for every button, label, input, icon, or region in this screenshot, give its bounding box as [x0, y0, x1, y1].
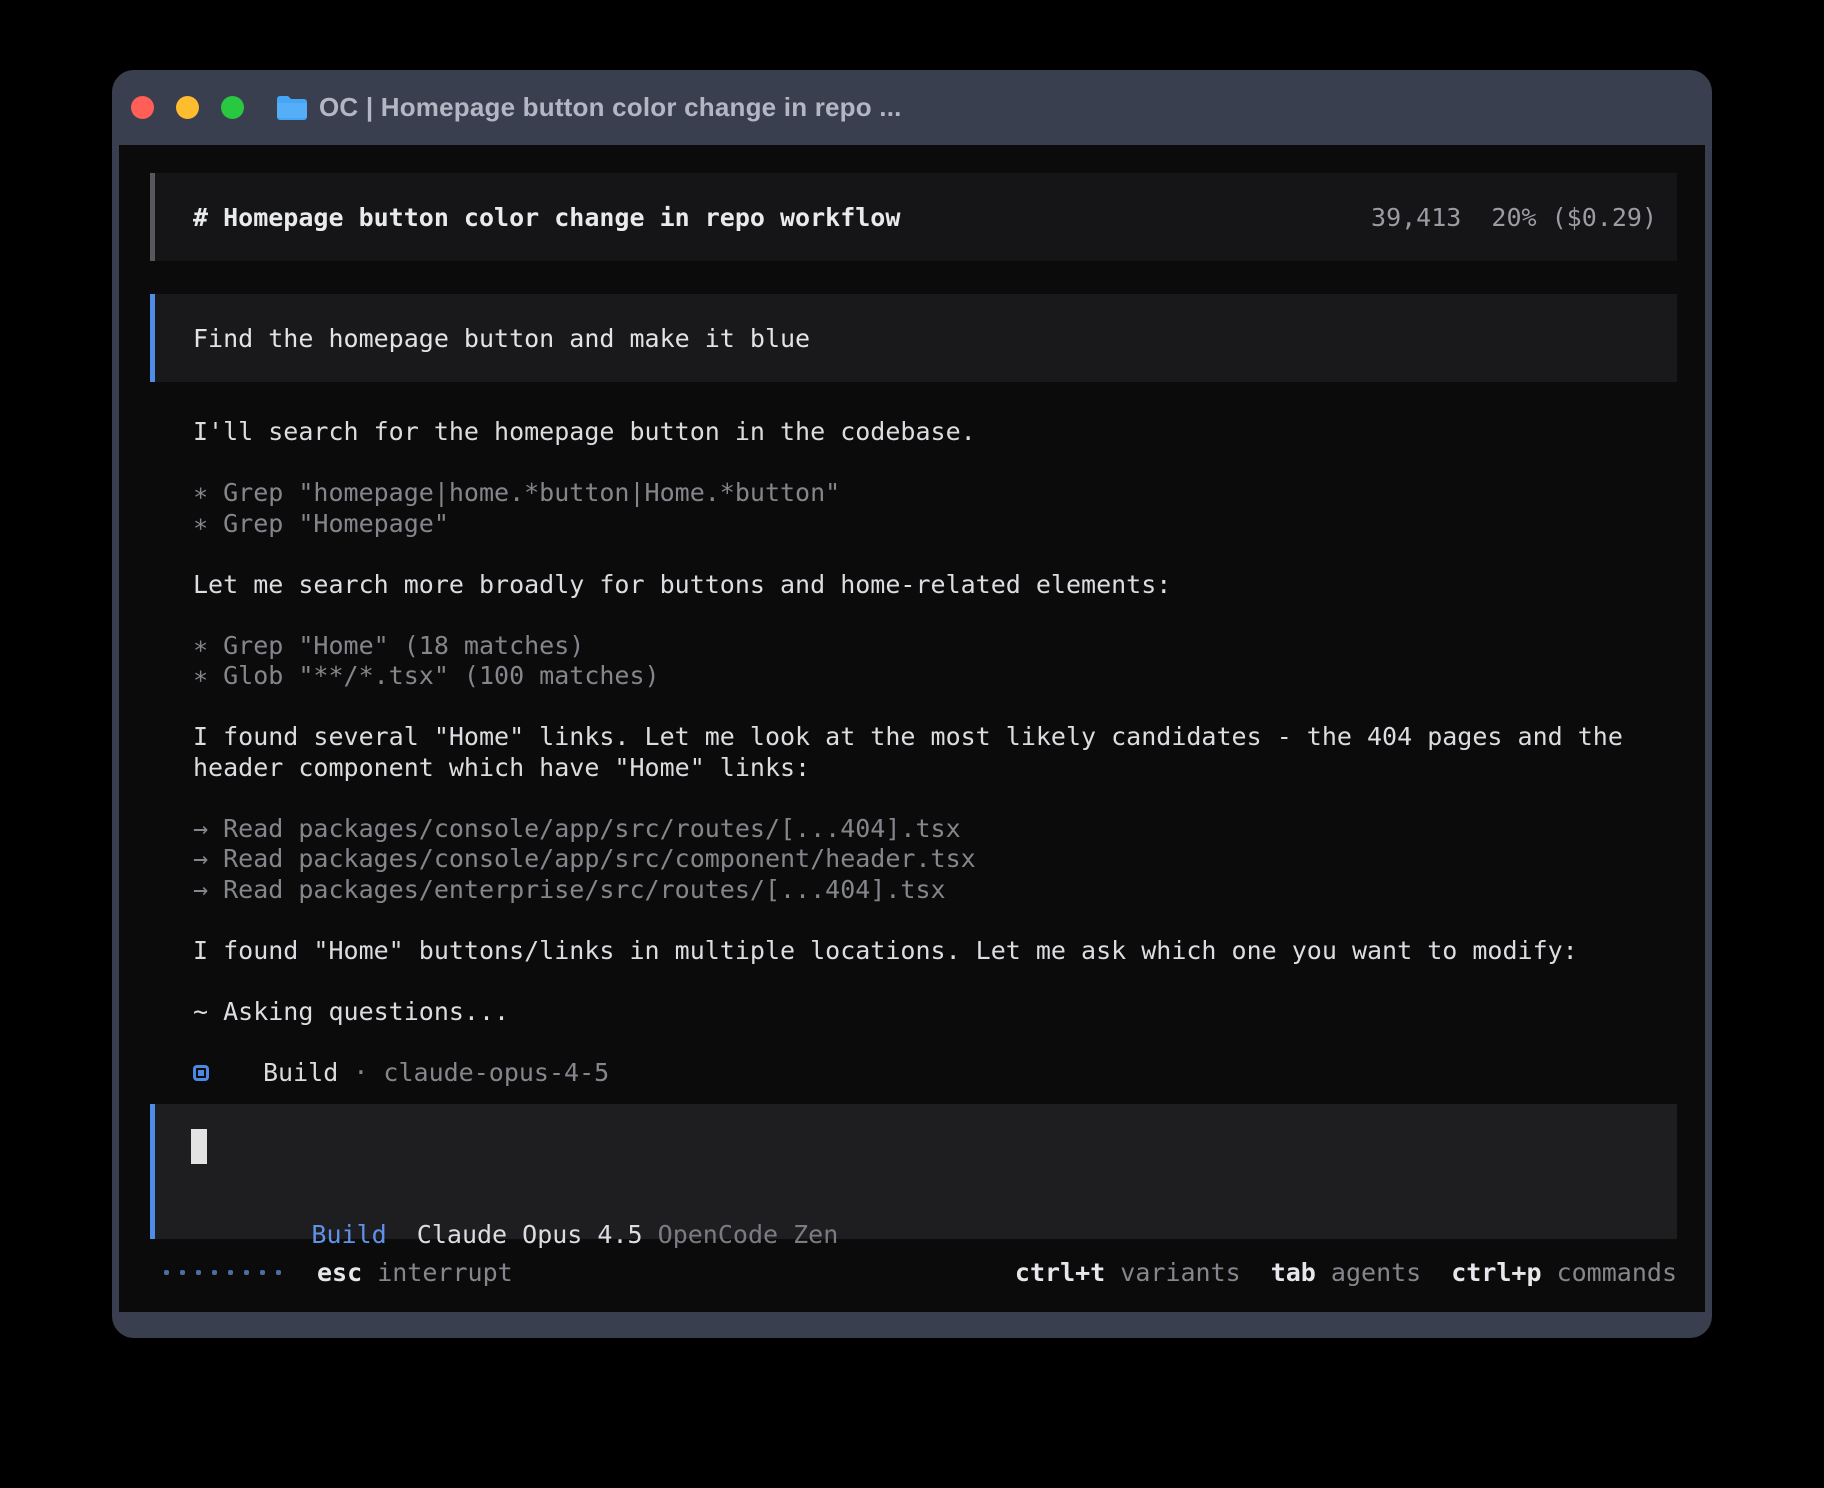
- agent-square-icon: [193, 1065, 209, 1081]
- input-agent-label: Build: [311, 1220, 386, 1249]
- assistant-text: Let me search more broadly for buttons a…: [193, 570, 1683, 601]
- traffic-lights: [131, 96, 244, 119]
- tool-call-read: → Read packages/enterprise/src/routes/[.…: [193, 875, 1683, 906]
- input-provider-label: OpenCode Zen: [658, 1220, 839, 1249]
- tool-call-glob: ∗ Glob "**/*.tsx" (100 matches): [193, 661, 1683, 692]
- session-header: # Homepage button color change in repo w…: [150, 173, 1677, 261]
- hint-commands: ctrl+p commands: [1451, 1258, 1677, 1287]
- terminal-window: OC | Homepage button color change in rep…: [112, 70, 1712, 1338]
- folder-icon: [276, 95, 308, 121]
- tool-call-read: → Read packages/console/app/src/componen…: [193, 844, 1683, 875]
- assistant-text: I found "Home" buttons/links in multiple…: [193, 936, 1683, 967]
- user-message: Find the homepage button and make it blu…: [150, 294, 1677, 382]
- zoom-button[interactable]: [221, 96, 244, 119]
- terminal-content: # Homepage button color change in repo w…: [119, 145, 1705, 1312]
- tool-call-grep: ∗ Grep "homepage|home.*button|Home.*butt…: [193, 478, 1683, 509]
- agent-model: · claude-opus-4-5: [338, 1058, 609, 1089]
- interrupt-key: esc: [317, 1258, 362, 1287]
- tool-call-grep: ∗ Grep "Home" (18 matches): [193, 631, 1683, 662]
- session-stats: 39,413 20% ($0.29): [1371, 203, 1657, 232]
- user-message-text: Find the homepage button and make it blu…: [193, 324, 810, 353]
- close-button[interactable]: [131, 96, 154, 119]
- input-model-label: Claude Opus 4.5: [417, 1220, 643, 1249]
- hint-agents: tab agents: [1271, 1258, 1422, 1287]
- spinner-dots-icon: [164, 1270, 281, 1275]
- hotkey-hints: ctrl+t variants tab agents ctrl+p comman…: [1015, 1258, 1677, 1287]
- activity-status-text: ~ Asking questions...: [193, 997, 1683, 1028]
- text-cursor: [191, 1129, 207, 1164]
- window-title: OC | Homepage button color change in rep…: [319, 92, 902, 123]
- session-title: # Homepage button color change in repo w…: [193, 203, 900, 232]
- minimize-button[interactable]: [176, 96, 199, 119]
- prompt-input[interactable]: Build Claude Opus 4.5 OpenCode Zen: [150, 1104, 1677, 1239]
- titlebar[interactable]: OC | Homepage button color change in rep…: [112, 70, 1712, 145]
- tool-call-read: → Read packages/console/app/src/routes/[…: [193, 814, 1683, 845]
- spacer: [643, 1220, 658, 1249]
- assistant-text: I found several "Home" links. Let me loo…: [193, 722, 1683, 783]
- tool-call-grep: ∗ Grep "Homepage": [193, 509, 1683, 540]
- interrupt-label: interrupt: [362, 1258, 513, 1287]
- spacer: [387, 1220, 417, 1249]
- status-bar: esc interrupt ctrl+t variants tab agents…: [150, 1257, 1677, 1288]
- assistant-text: I'll search for the homepage button in t…: [193, 417, 1683, 448]
- agent-name: Build: [263, 1058, 338, 1089]
- transcript: I'll search for the homepage button in t…: [193, 417, 1683, 1088]
- agent-badge: Build · claude-opus-4-5: [193, 1058, 1683, 1089]
- hint-variants: ctrl+t variants: [1015, 1258, 1241, 1287]
